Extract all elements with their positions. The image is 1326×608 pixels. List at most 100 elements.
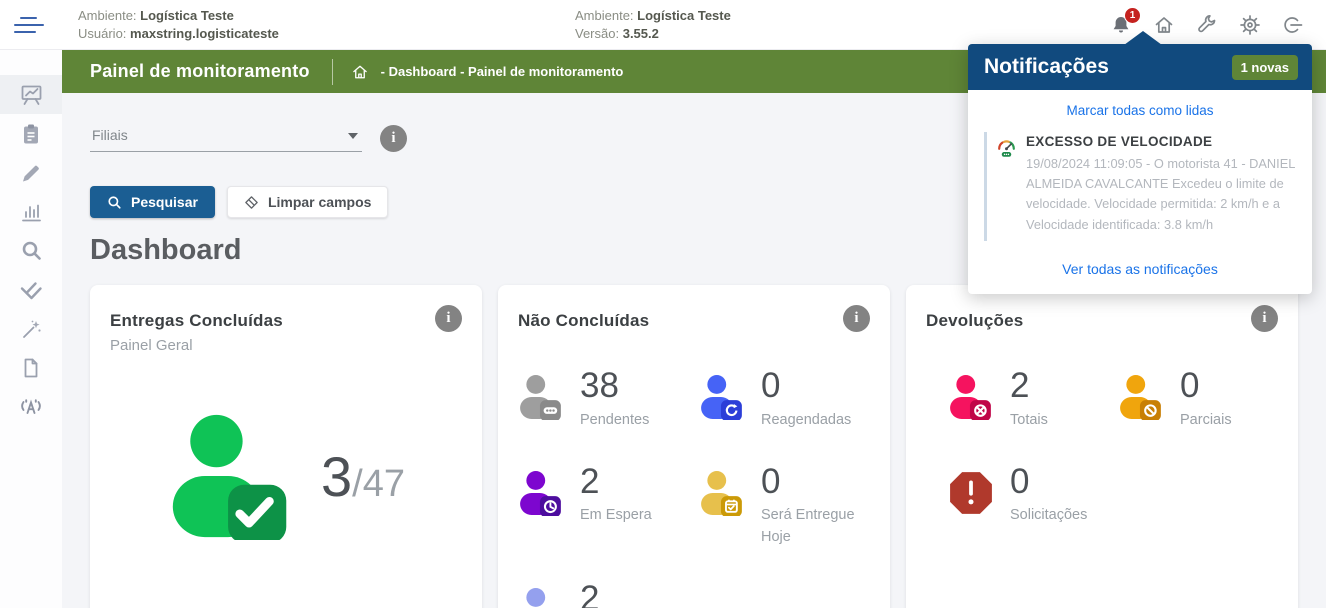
card-info-icon[interactable]: i [1251, 305, 1278, 332]
octagon-alert-icon [948, 470, 994, 516]
stat-em-espera: 2 Em Espera [518, 464, 689, 549]
environment-info-center: Ambiente: Logística Teste Versão: 3.55.2 [575, 7, 731, 43]
clear-fields-button-label: Limpar campos [268, 194, 371, 210]
stat-value: 2 [580, 581, 599, 608]
bar-chart-icon [20, 201, 42, 223]
sidebar-nav [0, 50, 62, 608]
usuario-label: Usuário: [78, 26, 126, 41]
versao-value: 3.55.2 [623, 26, 659, 41]
notifications-popup: Notificações 1 novas Marcar todas como l… [968, 44, 1312, 294]
sidebar-item-clipboard[interactable] [0, 114, 62, 153]
stat-reagendadas: 0 Reagendadas [699, 368, 870, 432]
gear-icon[interactable] [1239, 14, 1261, 36]
ambiente-value: Logística Teste [140, 8, 234, 23]
eraser-icon [244, 195, 259, 210]
stat-pendentes: 38 Pendentes [518, 368, 689, 432]
popup-pointer [1124, 31, 1162, 45]
view-all-notifications-link[interactable]: Ver todas as notificações [968, 241, 1312, 294]
stat-sera-entregue-hoje: 0 Será Entregue Hoje [699, 464, 870, 549]
speedometer-icon [997, 134, 1016, 162]
stat-totais: 2 Totais [948, 368, 1108, 432]
stat-parciais: 0 Parciais [1118, 368, 1278, 432]
stat-solicitacoes: 0 Solicitações [948, 464, 1108, 528]
sidebar-item-search[interactable] [0, 231, 62, 270]
stat-partial: 2 [518, 581, 689, 608]
sidebar-item-edit[interactable] [0, 153, 62, 192]
person-sync-icon [699, 374, 745, 420]
notification-item[interactable]: EXCESSO DE VELOCIDADE 19/08/2024 11:09:0… [984, 132, 1298, 241]
chevron-down-icon [348, 133, 358, 139]
filiais-select-label: Filiais [92, 127, 128, 143]
person-cancel-icon [948, 374, 994, 420]
search-icon [107, 195, 122, 210]
stat-value: 0 [761, 464, 870, 501]
sidebar-item-dashboard[interactable] [0, 75, 62, 114]
breadcrumb-home-icon[interactable] [351, 63, 369, 81]
hamburger-menu-icon[interactable] [0, 17, 62, 33]
search-icon [20, 239, 43, 262]
stat-label: Solicitações [1010, 505, 1087, 527]
search-button-label: Pesquisar [131, 194, 198, 210]
module-title: Painel de monitoramento [90, 61, 310, 82]
filiais-info-icon[interactable]: i [380, 125, 407, 152]
wrench-icon[interactable] [1196, 14, 1218, 36]
stat-value: 0 [1010, 464, 1087, 501]
card-nao-concluidas: Não Concluídas i 38 Pendentes [498, 285, 890, 608]
person-clock-icon [518, 470, 564, 516]
person-block-icon [1118, 374, 1164, 420]
person-icon [518, 587, 564, 608]
sidebar-item-documents[interactable] [0, 348, 62, 387]
dashboard-board-icon [20, 83, 43, 106]
sidebar-item-approvals[interactable] [0, 270, 62, 309]
divider [332, 59, 333, 85]
card-info-icon[interactable]: i [435, 305, 462, 332]
notification-count-badge: 1 [1124, 7, 1141, 24]
notifications-header: Notificações 1 novas [968, 44, 1312, 90]
new-notifications-badge: 1 novas [1232, 55, 1298, 80]
clear-fields-button[interactable]: Limpar campos [227, 186, 388, 218]
notification-body: 19/08/2024 11:09:05 - O motorista 41 - D… [1026, 154, 1298, 235]
mark-all-read-link[interactable]: Marcar todas como lidas [968, 90, 1312, 128]
sidebar-item-tracking[interactable] [0, 387, 62, 426]
stat-value: 38 [580, 368, 649, 405]
entregas-total: /47 [352, 463, 405, 506]
stat-value: 2 [1010, 368, 1048, 405]
stat-value: 0 [761, 368, 851, 405]
card-entregas-concluidas: Entregas Concluídas Painel Geral i 3 /47 [90, 285, 482, 608]
sidebar-item-reports[interactable] [0, 192, 62, 231]
wand-icon [20, 318, 42, 340]
card-info-icon[interactable]: i [843, 305, 870, 332]
stat-value: 0 [1180, 368, 1232, 405]
filiais-select[interactable]: Filiais [90, 119, 362, 152]
stat-label: Em Espera [580, 505, 652, 527]
card-devolucoes: Devoluções i 2 Totais [906, 285, 1298, 608]
logout-icon[interactable] [1282, 14, 1304, 36]
double-check-icon [19, 278, 43, 302]
person-pending-icon [518, 374, 564, 420]
card-subtitle: Painel Geral [110, 337, 283, 354]
stat-label: Parciais [1180, 410, 1232, 432]
card-title: Entregas Concluídas [110, 305, 283, 331]
stat-label: Reagendadas [761, 410, 851, 432]
search-button[interactable]: Pesquisar [90, 186, 215, 218]
stat-label: Será Entregue Hoje [761, 505, 870, 549]
ambiente-value-2: Logística Teste [637, 8, 731, 23]
clipboard-icon [20, 123, 42, 145]
stat-label: Pendentes [580, 410, 649, 432]
stat-label: Totais [1010, 410, 1048, 432]
notifications-title: Notificações [984, 55, 1109, 79]
card-title: Devoluções [926, 305, 1023, 331]
usuario-value: maxstring.logisticateste [130, 26, 279, 41]
ambiente-label-2: Ambiente: [575, 8, 634, 23]
person-check-icon [167, 412, 295, 540]
antenna-icon [19, 396, 43, 418]
sidebar-item-tools[interactable] [0, 309, 62, 348]
breadcrumb: - Dashboard - Painel de monitoramento [381, 64, 624, 79]
document-icon [21, 357, 41, 379]
stat-value: 2 [580, 464, 652, 501]
environment-info: Ambiente: Logística Teste Usuário: maxst… [78, 7, 279, 43]
versao-label: Versão: [575, 26, 619, 41]
ambiente-label: Ambiente: [78, 8, 137, 23]
notification-title: EXCESSO DE VELOCIDADE [1026, 134, 1298, 149]
entregas-value: 3 [321, 444, 352, 509]
